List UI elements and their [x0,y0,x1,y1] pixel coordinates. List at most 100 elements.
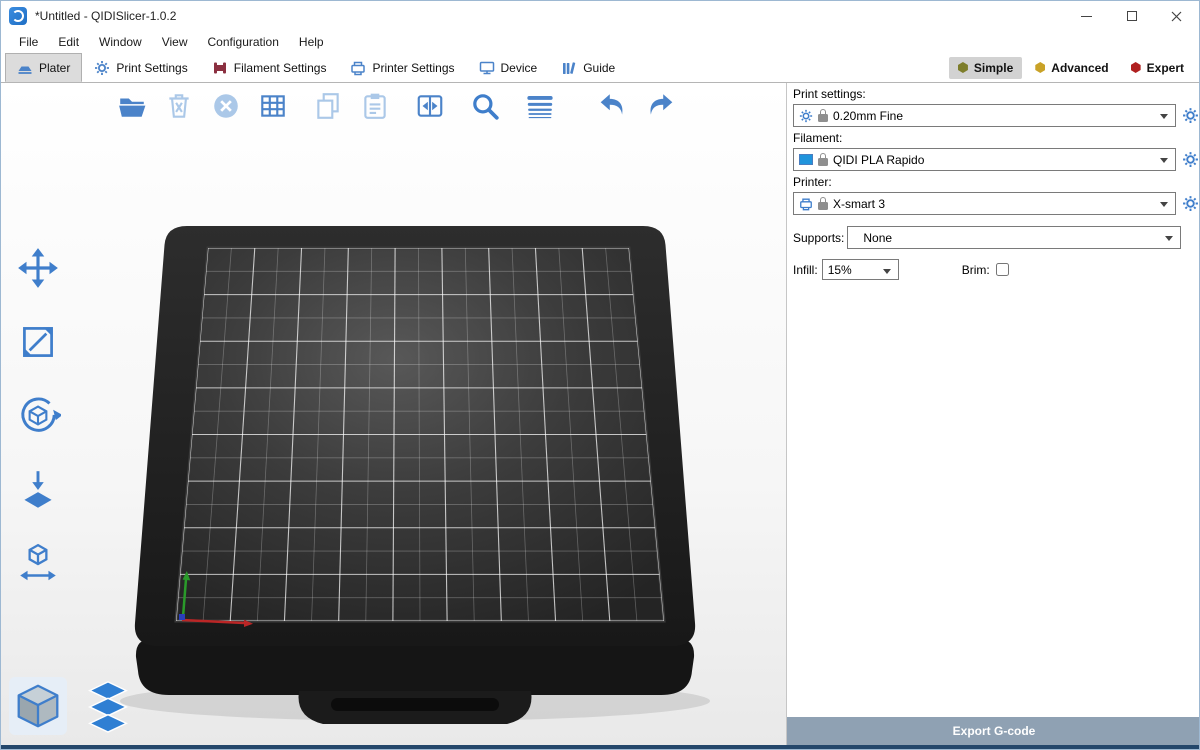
brim-checkbox[interactable] [996,263,1009,276]
printer-value: X-smart 3 [833,197,885,211]
tab-print-settings[interactable]: Print Settings [82,53,199,82]
scale-icon [15,319,61,365]
redo-icon [645,91,675,121]
tab-filament-settings[interactable]: Filament Settings [200,53,339,82]
undo-button[interactable] [594,87,632,125]
device-icon [479,60,495,76]
advanced-mode-icon [1035,62,1045,73]
tab-label: Print Settings [116,61,187,75]
variable-layer-height-icon [525,91,555,121]
scale-button[interactable] [13,317,63,367]
place-on-face-icon [15,467,61,513]
measure-icon [15,541,61,587]
brim-label: Brim: [962,263,990,277]
infill-label: Infill: [793,263,818,277]
printer-icon [350,60,366,76]
measure-button[interactable] [13,539,63,589]
dropdown-arrow-icon [1160,158,1168,163]
mode-switcher: Simple Advanced Expert [949,53,1199,82]
menu-file[interactable]: File [9,31,48,53]
open-button[interactable] [113,87,151,125]
paste-button[interactable] [356,87,394,125]
printer-gear-button[interactable] [1181,194,1200,213]
paste-icon [360,91,390,121]
print-settings-label: Print settings: [793,87,1200,101]
printer-combo[interactable]: X-smart 3 [793,192,1176,215]
split-button[interactable] [411,87,449,125]
tab-printer-settings[interactable]: Printer Settings [338,53,466,82]
tab-label: Guide [583,61,615,75]
filament-label: Filament: [793,131,1200,145]
export-gcode-button[interactable]: Export G-code [787,717,1200,745]
delete-all-icon [211,91,241,121]
minimize-button[interactable] [1064,1,1109,31]
open-icon [117,91,147,121]
dropdown-arrow-icon [883,269,891,274]
mode-advanced[interactable]: Advanced [1026,57,1117,79]
print-settings-combo[interactable]: 0.20mm Fine [793,104,1176,127]
print-settings-gear-button[interactable] [1181,106,1200,125]
close-icon [1171,11,1182,22]
move-icon [15,245,61,291]
dropdown-arrow-icon [1160,114,1168,119]
status-bar [1,745,1199,750]
tab-guide[interactable]: Guide [549,53,627,82]
printer-icon [799,197,813,211]
settings-sidebar: Print settings: 0.20mm Fine Filament: QI… [786,83,1200,745]
plater-icon [17,60,33,76]
copy-button[interactable] [309,87,347,125]
dropdown-arrow-icon [1165,236,1173,241]
menu-edit[interactable]: Edit [48,31,89,53]
tab-device[interactable]: Device [467,53,550,82]
undo-icon [598,91,628,121]
maximize-button[interactable] [1109,1,1154,31]
menu-help[interactable]: Help [289,31,334,53]
delete-all-button[interactable] [207,87,245,125]
menu-window[interactable]: Window [89,31,152,53]
print-bed-scene [1,83,786,745]
mode-simple[interactable]: Simple [949,57,1022,79]
plater-toolbar [113,87,679,125]
lock-icon [818,114,828,122]
search-button[interactable] [466,87,504,125]
tab-plater[interactable]: Plater [5,53,82,82]
menu-view[interactable]: View [152,31,198,53]
arrange-button[interactable] [254,87,292,125]
minimize-icon [1081,16,1092,17]
place-on-face-button[interactable] [13,465,63,515]
search-icon [470,91,500,121]
filament-color-swatch [799,154,813,165]
mode-expert[interactable]: Expert [1122,57,1193,79]
tab-label: Device [501,61,538,75]
viewport-3d[interactable] [1,83,786,745]
filament-combo[interactable]: QIDI PLA Rapido [793,148,1176,171]
preview-layers-view-button[interactable] [79,677,137,735]
delete-icon [164,91,194,121]
copy-icon [313,91,343,121]
filament-icon [212,60,228,76]
close-button[interactable] [1154,1,1199,31]
rotate-button[interactable] [13,391,63,441]
move-button[interactable] [13,243,63,293]
printer-label: Printer: [793,175,1200,189]
mode-label: Expert [1147,61,1184,75]
bed-front-face [136,639,694,695]
cube-3d-view-icon [11,679,65,733]
tab-bar: Plater Print Settings Filament Settings … [1,53,1199,83]
variable-layer-height-button[interactable] [521,87,559,125]
redo-button[interactable] [641,87,679,125]
filament-gear-button[interactable] [1181,150,1200,169]
menu-configuration[interactable]: Configuration [198,31,289,53]
lock-icon [818,158,828,166]
gear-icon [1182,107,1199,124]
supports-combo[interactable]: None [847,226,1181,249]
print-settings-value: 0.20mm Fine [833,109,903,123]
gear-icon [94,60,110,76]
split-icon [415,91,445,121]
maximize-icon [1127,11,1137,21]
editor-3d-view-button[interactable] [9,677,67,735]
infill-combo[interactable]: 15% [822,259,899,280]
menu-bar: File Edit Window View Configuration Help [1,31,1199,53]
delete-button[interactable] [160,87,198,125]
tab-label: Printer Settings [372,61,454,75]
